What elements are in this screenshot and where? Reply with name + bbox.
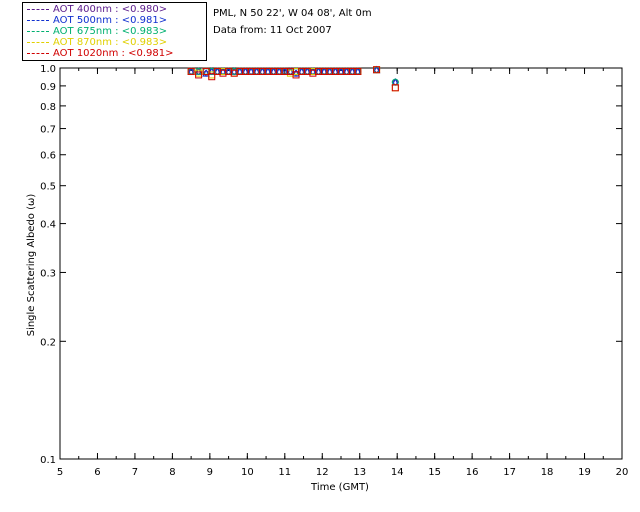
y-tick-label: 0.8 — [40, 102, 56, 113]
x-tick-label: 11 — [278, 467, 291, 478]
scatter-chart: 5 6 7 8 9 10 11 12 13 14 15 16 17 18 19 20 0.1 0.2 0.3 0.4 0… — [26, 64, 628, 493]
x-tick-label: 9 — [207, 467, 213, 478]
x-tick-label: 14 — [391, 467, 404, 478]
x-tick-label: 18 — [541, 467, 554, 478]
y-tick-label: 0.6 — [40, 151, 56, 162]
y-axis-label: Single Scattering Albedo (ω) — [26, 194, 37, 337]
x-tick-label: 8 — [169, 467, 175, 478]
y-tick-label: 0.1 — [40, 455, 56, 466]
y-tick-label: 0.3 — [40, 268, 56, 279]
y-tick-label: 0.2 — [40, 337, 56, 348]
x-tick-label: 13 — [353, 467, 366, 478]
x-tick-label: 7 — [132, 467, 138, 478]
x-tick-label: 15 — [428, 467, 441, 478]
x-tick-label: 10 — [241, 467, 254, 478]
x-tick-label: 16 — [466, 467, 479, 478]
data-marks — [187, 65, 400, 92]
y-tick-label: 0.4 — [40, 220, 56, 231]
y-tick-label: 0.7 — [40, 125, 56, 136]
x-tick-label: 17 — [503, 467, 516, 478]
y-tick-label: 0.5 — [40, 182, 56, 193]
x-axis-label: Time (GMT) — [310, 482, 369, 493]
x-tick-label: 19 — [578, 467, 591, 478]
y-tick-label: 0.9 — [40, 82, 56, 93]
x-tick-label: 5 — [57, 467, 63, 478]
axes: 5 6 7 8 9 10 11 12 13 14 15 16 17 18 19 20 0.1 0.2 0.3 0.4 0… — [40, 64, 628, 478]
x-tick-label: 20 — [616, 467, 629, 478]
plot-frame — [59, 67, 623, 460]
x-tick-label: 12 — [316, 467, 329, 478]
y-tick-label: 1.0 — [40, 64, 56, 75]
x-tick-label: 6 — [94, 467, 100, 478]
